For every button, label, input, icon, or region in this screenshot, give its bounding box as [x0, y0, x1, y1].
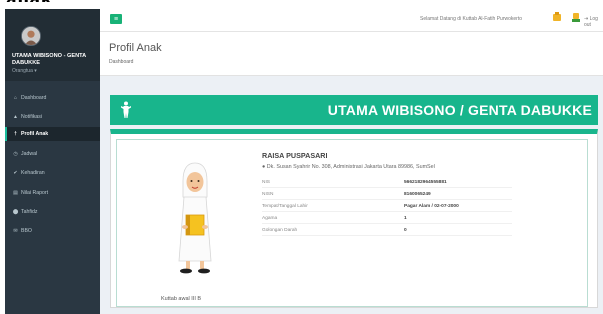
child-icon: † — [14, 131, 17, 137]
field-row: NISN 8160065249 — [262, 189, 512, 200]
field-value: Pagar Alam / 02-07-2000 — [404, 204, 459, 209]
sidebar-item-dashboard[interactable]: ⌂ Dashboard — [5, 91, 100, 105]
sidebar-item-notifikasi[interactable]: ▲ Notifikasi — [5, 110, 100, 124]
field-value: 5662182964555881 — [404, 180, 447, 185]
sidebar: UTAMA WIBISONO - GENTA DABUKKE Orangtua … — [5, 9, 100, 314]
check-icon: ✔ — [13, 170, 18, 176]
page-header: Profil Anak Dashboard — [100, 32, 603, 76]
logout-link[interactable]: ⇥ Log out — [584, 16, 603, 28]
sidebar-toggle-button[interactable]: ≡ — [110, 14, 122, 24]
field-label: NISN — [262, 192, 274, 197]
map-marker-icon: ● — [262, 164, 266, 170]
sidebar-item-label: Jadwal — [21, 151, 38, 157]
field-label: Agama — [262, 216, 278, 221]
tasks-icon[interactable] — [571, 12, 581, 23]
user-panel: UTAMA WIBISONO - GENTA DABUKKE Orangtua … — [5, 9, 100, 81]
quran-icon: ⬤ — [12, 209, 19, 215]
sidebar-item-nilai-raport[interactable]: ▤ Nilai Raport — [5, 186, 100, 200]
class-caption: Kuttab awal III B — [161, 296, 202, 302]
field-row: NIS 5662182964555881 — [262, 177, 512, 188]
dashboard-icon: ⌂ — [13, 95, 18, 101]
field-label: NIS — [262, 180, 270, 185]
sidebar-item-label: Notifikasi — [21, 114, 43, 120]
sidebar-item-label: Dashboard — [21, 95, 47, 101]
avatar — [21, 26, 41, 46]
breadcrumb[interactable]: Dashboard — [109, 59, 133, 65]
user-photo-icon — [22, 27, 40, 45]
chart-icon: ▤ — [13, 190, 18, 196]
sidebar-item-label: Kehadiran — [21, 170, 45, 176]
field-value: 8160065249 — [404, 192, 431, 197]
student-banner: UTAMA WIBISONO / GENTA DABUKKE — [110, 95, 598, 125]
sidebar-item-kehadiran[interactable]: ✔ Kehadiran — [5, 166, 100, 180]
field-label: Golongan Darah — [262, 228, 298, 233]
field-value: 1 — [404, 216, 407, 221]
clock-icon: ◷ — [13, 151, 18, 157]
sidebar-item-label: Nilai Raport — [21, 190, 49, 196]
sidebar-item-jadwal[interactable]: ◷ Jadwal — [5, 147, 100, 161]
sidebar-item-profil-anak[interactable]: † Profil Anak — [5, 127, 100, 141]
user-name: UTAMA WIBISONO - GENTA DABUKKE — [12, 53, 86, 66]
notification-icon[interactable] — [552, 12, 562, 23]
sidebar-item-label: BBO — [21, 228, 32, 234]
profile-card: Kuttab awal III B RAISA PUSPASARI ● Dk. … — [110, 129, 598, 308]
bell-icon: ▲ — [13, 114, 18, 120]
student-name: RAISA PUSPASARI — [262, 151, 328, 160]
field-row: Tempat/Tanggal Lahir Pagar Alam / 02-07-… — [262, 201, 512, 212]
sidebar-item-tahfidz[interactable]: ⬤ Tahfidz — [5, 205, 100, 219]
tag-icon: ✉ — [13, 228, 18, 234]
main-content: Profil Anak Dashboard UTAMA WIBISONO / G… — [100, 32, 603, 314]
field-label: Tempat/Tanggal Lahir — [262, 204, 308, 209]
field-row: Agama 1 — [262, 213, 512, 224]
top-navbar: ≡ Selamat Datang di Kuttab Al-Fatih Purw… — [100, 9, 603, 32]
field-row: Golongan Darah 0 — [262, 225, 512, 236]
page-title: Profil Anak — [109, 42, 162, 54]
field-value: 0 — [404, 228, 407, 233]
user-role-dropdown[interactable]: Orangtua ▾ — [12, 68, 37, 74]
student-illustration-icon — [178, 162, 212, 274]
student-address: ● Dk. Susan Syahrir No. 308, Administras… — [262, 164, 435, 170]
sidebar-item-bbo[interactable]: ✉ BBO — [5, 224, 100, 238]
student-info: RAISA PUSPASARI ● Dk. Susan Syahrir No. … — [262, 151, 582, 170]
sidebar-item-label: Tahfidz — [21, 209, 38, 215]
cropped-heading-fragment: anak — [6, 0, 52, 2]
child-icon — [121, 101, 131, 118]
welcome-text: Selamat Datang di Kuttab Al-Fatih Purwok… — [420, 16, 522, 22]
banner-title: UTAMA WIBISONO / GENTA DABUKKE — [327, 102, 592, 118]
sidebar-item-label: Profil Anak — [21, 131, 49, 137]
profile-card-body: Kuttab awal III B RAISA PUSPASARI ● Dk. … — [116, 139, 588, 307]
